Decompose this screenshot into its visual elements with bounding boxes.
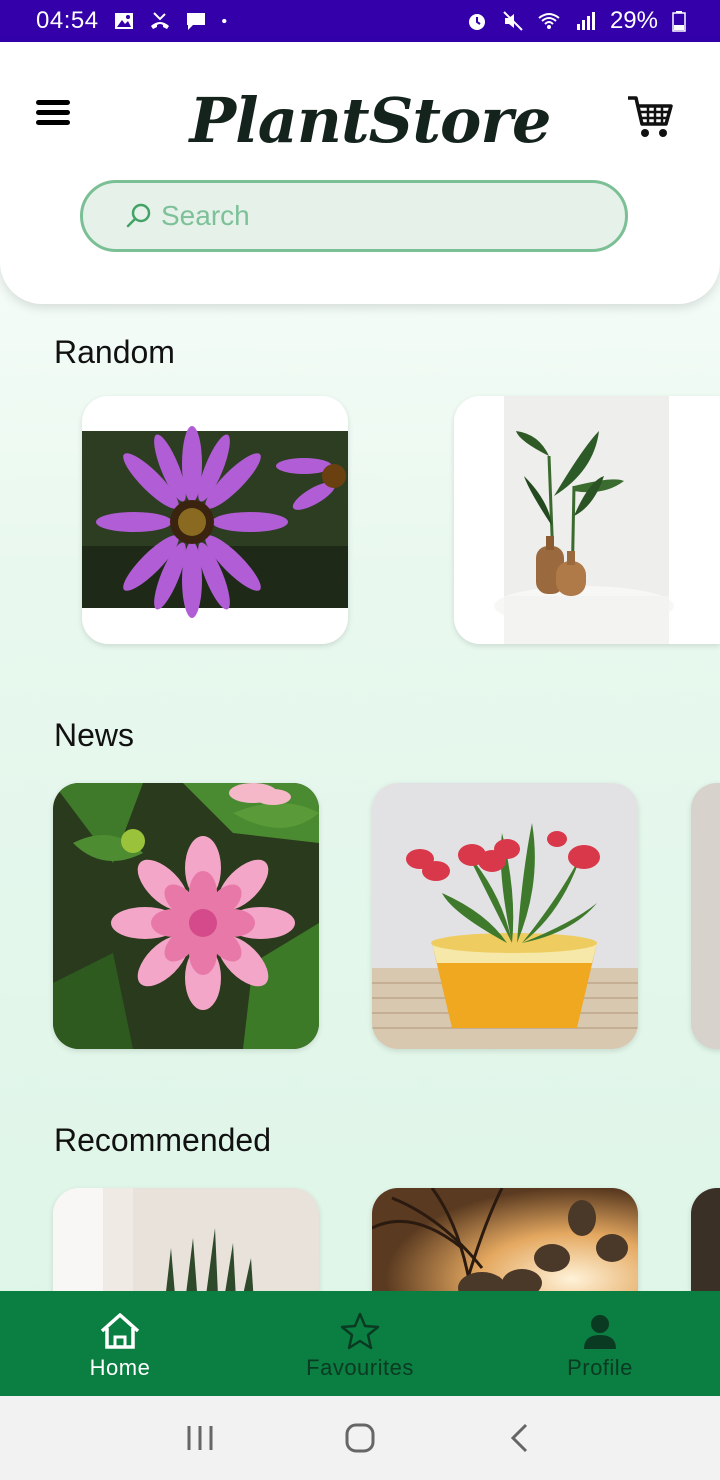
person-icon <box>584 1315 616 1349</box>
bottom-navigation: Home Favourites Profile <box>0 1291 720 1396</box>
section-title-random: Random <box>54 334 175 370</box>
news-card-tulips[interactable] <box>372 783 638 1049</box>
dot-icon <box>221 18 227 24</box>
nav-item-home[interactable]: Home <box>0 1291 240 1396</box>
signal-icon <box>576 12 595 30</box>
missed-call-icon <box>150 12 169 29</box>
leafy-plant-image <box>454 396 720 644</box>
back-icon[interactable] <box>500 1418 540 1458</box>
nav-item-favourites[interactable]: Favourites <box>240 1291 480 1396</box>
status-bar: 04:54 29% <box>0 0 720 42</box>
status-right: 29% <box>466 7 686 35</box>
battery-percent: 29% <box>609 7 658 34</box>
wifi-icon <box>538 13 560 29</box>
system-navigation <box>0 1396 720 1480</box>
status-time: 04:54 <box>36 7 99 34</box>
star-icon <box>340 1312 380 1350</box>
search-input[interactable] <box>161 200 581 232</box>
news-card-partial[interactable] <box>691 783 720 1049</box>
battery-icon <box>672 11 686 32</box>
nav-label-profile: Profile <box>567 1355 633 1380</box>
news-card-dahlia[interactable] <box>53 783 319 1049</box>
alarm-icon <box>468 14 485 30</box>
random-card-plant[interactable] <box>454 396 720 644</box>
pink-dahlia-image <box>53 783 319 1049</box>
nav-label-home: Home <box>89 1355 151 1380</box>
cart-icon[interactable] <box>626 94 674 140</box>
random-card-flower[interactable] <box>82 396 348 644</box>
home-circle-icon[interactable] <box>340 1418 380 1458</box>
section-title-recommended: Recommended <box>54 1122 271 1158</box>
message-icon <box>186 13 205 30</box>
mute-icon <box>503 11 523 31</box>
recents-icon[interactable] <box>180 1418 220 1458</box>
home-icon <box>100 1313 140 1349</box>
section-title-news: News <box>54 717 135 753</box>
purple-daisy-image <box>82 426 348 618</box>
status-left: 04:54 <box>36 7 233 35</box>
search-box[interactable] <box>80 180 628 252</box>
nav-label-favourites: Favourites <box>306 1355 414 1380</box>
red-tulips-image <box>372 783 638 1049</box>
app-title: PlantStore <box>189 84 552 157</box>
search-icon <box>126 203 151 228</box>
nav-item-profile[interactable]: Profile <box>480 1291 720 1396</box>
header-card: PlantStore <box>0 42 720 304</box>
image-icon <box>114 13 133 29</box>
